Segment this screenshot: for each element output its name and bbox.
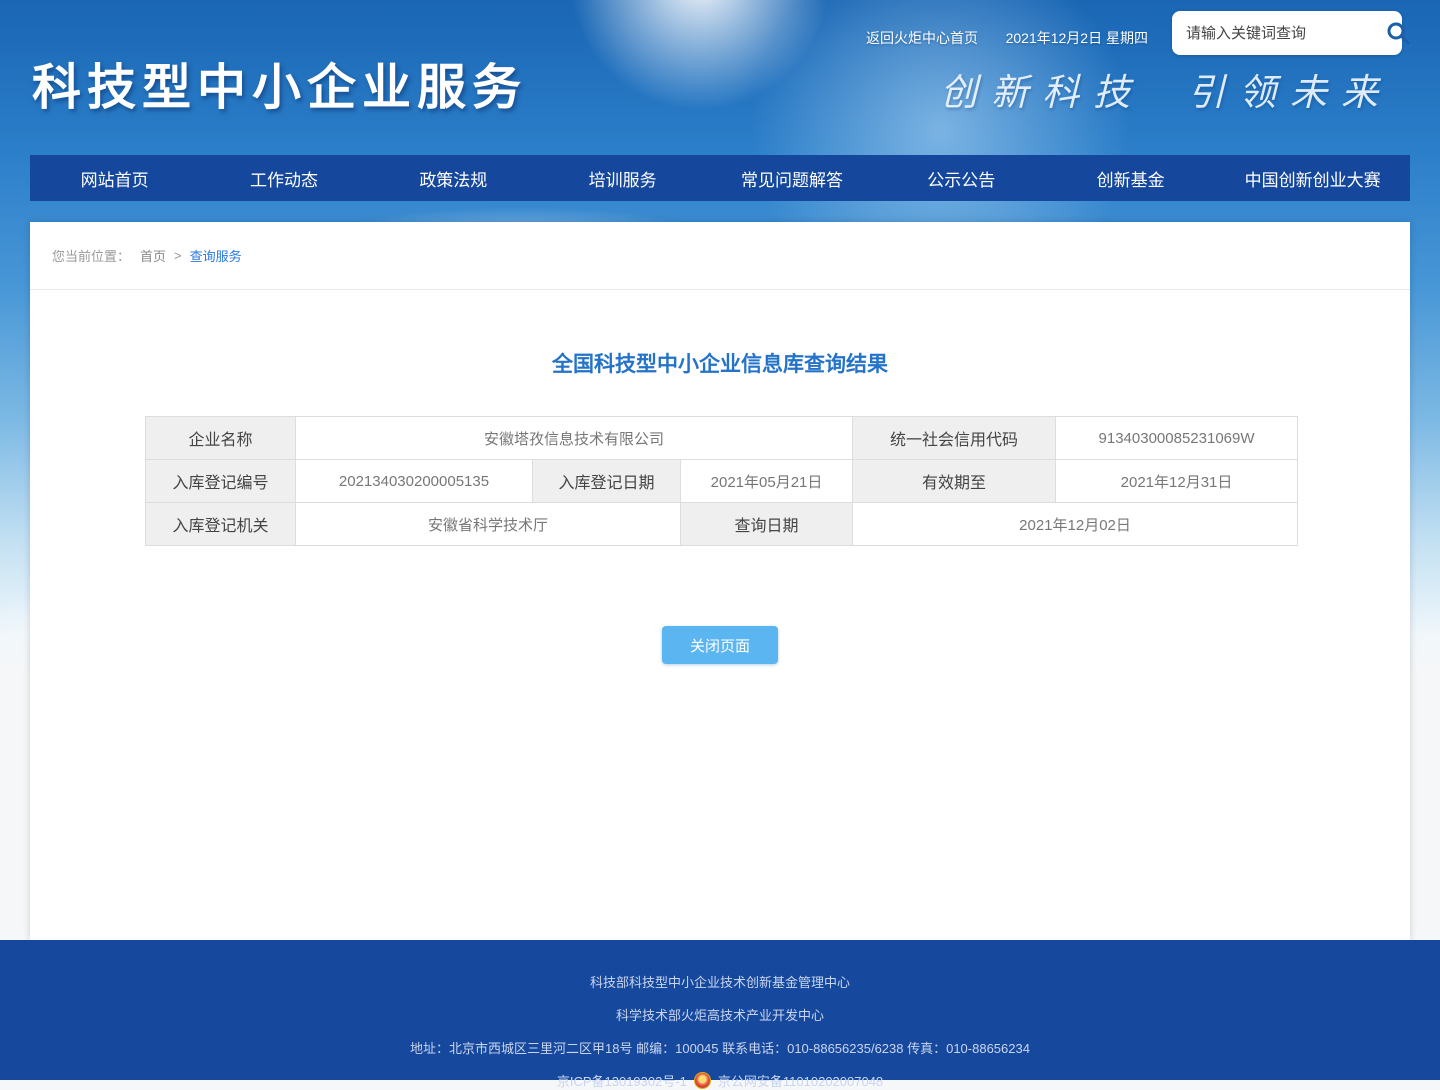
nav-item-innovation-fund[interactable]: 创新基金 bbox=[1046, 155, 1215, 201]
query-date-label: 查询日期 bbox=[681, 503, 853, 546]
registration-authority-value: 安徽省科学技术厅 bbox=[296, 503, 681, 546]
query-date-value: 2021年12月02日 bbox=[853, 503, 1298, 546]
footer-org-line-1: 科技部科技型中小企业技术创新基金管理中心 bbox=[590, 972, 850, 991]
nav-item-training[interactable]: 培训服务 bbox=[538, 155, 707, 201]
footer-contact-line: 地址：北京市西城区三里河二区甲18号 邮编：100045 联系电话：010-88… bbox=[410, 1038, 1030, 1057]
nav-item-policies[interactable]: 政策法规 bbox=[369, 155, 538, 201]
table-row: 入库登记机关 安徽省科学技术厅 查询日期 2021年12月02日 bbox=[146, 503, 1298, 546]
breadcrumb-separator: > bbox=[174, 248, 182, 263]
nav-item-faq[interactable]: 常见问题解答 bbox=[707, 155, 876, 201]
table-row: 入库登记编号 202134030200005135 入库登记日期 2021年05… bbox=[146, 460, 1298, 503]
footer-legal-line: 京ICP备13019302号-1 京公网安备11010202007048 bbox=[557, 1071, 883, 1090]
site-logo: 科技型中小企业服务 bbox=[32, 48, 527, 119]
table-row: 企业名称 安徽塔孜信息技术有限公司 统一社会信用代码 9134030008523… bbox=[146, 417, 1298, 460]
registration-date-label: 入库登记日期 bbox=[533, 460, 681, 503]
page-title: 全国科技型中小企业信息库查询结果 bbox=[30, 348, 1410, 378]
registration-authority-label: 入库登记机关 bbox=[146, 503, 296, 546]
site-slogan: 创新科技 引领未来 bbox=[940, 62, 1392, 116]
main-nav: 网站首页 工作动态 政策法规 培训服务 常见问题解答 公示公告 创新基金 中国创… bbox=[30, 155, 1410, 201]
psb-record-link[interactable]: 京公网安备11010202007048 bbox=[718, 1071, 883, 1090]
company-name-label: 企业名称 bbox=[146, 417, 296, 460]
credit-code-label: 统一社会信用代码 bbox=[853, 417, 1056, 460]
nav-item-innovation-competition[interactable]: 中国创新创业大赛 bbox=[1215, 155, 1410, 201]
registration-date-value: 2021年05月21日 bbox=[681, 460, 853, 503]
registration-number-value: 202134030200005135 bbox=[296, 460, 533, 503]
content-panel: 您当前位置： 首页 > 查询服务 全国科技型中小企业信息库查询结果 企业名称 安… bbox=[30, 222, 1410, 940]
valid-until-label: 有效期至 bbox=[853, 460, 1056, 503]
breadcrumb-current-link[interactable]: 查询服务 bbox=[190, 246, 242, 265]
breadcrumb: 您当前位置： 首页 > 查询服务 bbox=[30, 222, 1410, 290]
torch-center-home-link[interactable]: 返回火炬中心首页 bbox=[866, 28, 978, 48]
current-date: 2021年12月2日 星期四 bbox=[1006, 28, 1148, 48]
search-box[interactable] bbox=[1172, 11, 1402, 55]
nav-item-announcements[interactable]: 公示公告 bbox=[877, 155, 1046, 201]
query-result-table: 企业名称 安徽塔孜信息技术有限公司 统一社会信用代码 9134030008523… bbox=[145, 416, 1298, 546]
public-security-badge-icon bbox=[694, 1072, 711, 1089]
close-page-button[interactable]: 关闭页面 bbox=[662, 626, 778, 664]
nav-item-work-news[interactable]: 工作动态 bbox=[199, 155, 368, 201]
registration-number-label: 入库登记编号 bbox=[146, 460, 296, 503]
footer-org-line-2: 科学技术部火炬高技术产业开发中心 bbox=[616, 1005, 824, 1024]
breadcrumb-prefix: 您当前位置： bbox=[52, 246, 130, 265]
breadcrumb-home-link[interactable]: 首页 bbox=[140, 246, 166, 265]
valid-until-value: 2021年12月31日 bbox=[1056, 460, 1298, 503]
nav-item-home[interactable]: 网站首页 bbox=[30, 155, 199, 201]
credit-code-value: 91340300085231069W bbox=[1056, 417, 1298, 460]
company-name-value: 安徽塔孜信息技术有限公司 bbox=[296, 417, 853, 460]
icp-license-link[interactable]: 京ICP备13019302号-1 bbox=[557, 1071, 687, 1090]
footer: 科技部科技型中小企业技术创新基金管理中心 科学技术部火炬高技术产业开发中心 地址… bbox=[0, 940, 1440, 1080]
search-icon[interactable] bbox=[1385, 20, 1411, 46]
search-input[interactable] bbox=[1186, 25, 1385, 42]
